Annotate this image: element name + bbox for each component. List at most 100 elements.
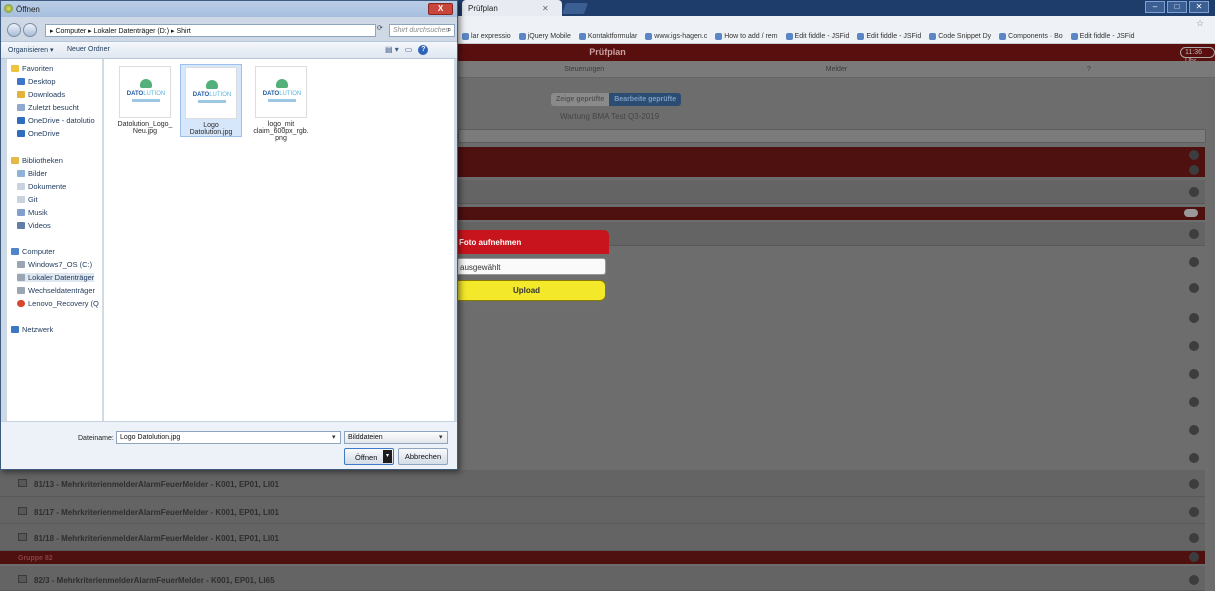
arrow-icon[interactable]	[1189, 369, 1199, 379]
library-icon	[11, 157, 19, 164]
tab-steuerungen[interactable]: Steuerungen	[458, 61, 710, 77]
help-icon[interactable]: ?	[418, 45, 429, 55]
file-input[interactable]: ausgewählt	[447, 258, 606, 275]
popup-title: Foto aufnehmen	[447, 230, 609, 254]
bookmark-item[interactable]: Edit fiddle - JSFid	[857, 33, 921, 40]
organize-button[interactable]: Organisieren ▾	[8, 46, 54, 54]
computer-icon	[11, 248, 19, 255]
cancel-button[interactable]: Abbrechen	[398, 448, 448, 465]
preview-pane-icon[interactable]: ▭	[405, 45, 413, 55]
new-tab-button[interactable]	[561, 3, 589, 14]
nav-favorites[interactable]: Favoriten	[11, 64, 53, 73]
bookmark-label: Edit fiddle - JSFid	[866, 33, 922, 40]
count-badge	[1184, 209, 1198, 217]
breadcrumb[interactable]: ▸ Computer ▸ Lokaler Datenträger (D:) ▸ …	[45, 24, 376, 37]
nav-label: Videos	[28, 221, 51, 230]
arrow-icon[interactable]	[1189, 229, 1199, 239]
bookmark-favicon-icon	[462, 33, 469, 40]
chevron-down-icon[interactable]: ▾	[332, 433, 336, 441]
bookmark-item[interactable]: Components · Bo	[999, 33, 1063, 40]
bookmark-item[interactable]: How to add / rem	[715, 33, 778, 40]
maximize-button[interactable]: □	[1167, 1, 1187, 13]
expand-icon[interactable]	[1189, 150, 1199, 160]
bookmark-item[interactable]: Edit fiddle - JSFid	[1070, 33, 1135, 40]
nav-onedrive-business[interactable]: OneDrive - datolutio	[17, 116, 95, 125]
bookmark-item[interactable]: Edit fiddle - JSFid	[785, 33, 850, 40]
bookmark-item[interactable]: www.igs-hagen.c	[645, 33, 707, 40]
nav-recovery[interactable]: Lenovo_Recovery (Q	[17, 299, 99, 308]
filename-input[interactable]: Logo Datolution.jpg	[116, 431, 341, 444]
nav-documents[interactable]: Dokumente	[17, 182, 66, 191]
nav-drive-c[interactable]: Windows7_OS (C:)	[17, 260, 92, 269]
arrow-icon[interactable]	[1189, 575, 1199, 585]
file-item-selected[interactable]: DATOLUTION Logo Datolution.jpg	[180, 64, 242, 137]
filetype-select[interactable]: Bilddateien	[344, 431, 448, 444]
logo-tagline-bar	[132, 99, 160, 102]
nav-computer[interactable]: Computer	[11, 247, 55, 256]
search-input[interactable]: Shirt durchsuchen	[389, 24, 455, 37]
bookmark-item[interactable]: lar expressio	[462, 33, 511, 40]
nav-label: Computer	[22, 247, 55, 256]
show-checked-button[interactable]: Zeige geprüfte	[551, 93, 610, 106]
tab-melder[interactable]: Melder	[710, 61, 962, 77]
arrow-icon[interactable]	[1189, 397, 1199, 407]
nav-network[interactable]: Netzwerk	[11, 325, 53, 334]
nav-label: OneDrive	[28, 129, 60, 138]
downloads-icon	[17, 91, 25, 98]
arrow-icon[interactable]	[1189, 533, 1199, 543]
nav-libraries[interactable]: Bibliotheken	[11, 156, 63, 165]
nav-drive-d[interactable]: Lokaler Datenträger	[17, 273, 95, 282]
refresh-icon[interactable]: ⟳	[377, 24, 387, 37]
arrow-icon[interactable]	[1189, 313, 1199, 323]
expand-icon[interactable]	[1189, 552, 1199, 562]
arrow-icon[interactable]	[1189, 341, 1199, 351]
minimize-button[interactable]: –	[1145, 1, 1165, 13]
bookmark-star-icon[interactable]: ☆	[1196, 18, 1204, 29]
nav-git[interactable]: Git	[17, 195, 38, 204]
bookmark-favicon-icon	[857, 33, 865, 40]
tab-close-icon[interactable]: ✕	[542, 4, 549, 13]
arrow-icon[interactable]	[1189, 479, 1199, 489]
nav-removable[interactable]: Wechseldatenträger	[17, 286, 95, 295]
arrow-icon[interactable]	[1189, 257, 1199, 267]
arrow-icon[interactable]	[1189, 425, 1199, 435]
user-badge[interactable]: 11:36 Uhr	[1180, 47, 1215, 65]
forward-button[interactable]	[23, 23, 37, 37]
file-item[interactable]: DATOLUTION logo_mit claim_600px_rgb. png	[250, 64, 312, 142]
desktop-icon	[17, 78, 25, 85]
nav-downloads[interactable]: Downloads	[17, 90, 65, 99]
arrow-icon[interactable]	[1189, 283, 1199, 293]
nav-pictures[interactable]: Bilder	[17, 169, 47, 178]
arrow-icon[interactable]	[1189, 187, 1199, 197]
tab-help[interactable]: ?	[963, 61, 1215, 77]
filter-input[interactable]	[458, 129, 1206, 143]
network-icon	[11, 326, 19, 333]
nav-videos[interactable]: Videos	[17, 221, 51, 230]
arrow-icon[interactable]	[1189, 507, 1199, 517]
new-folder-button[interactable]: Neuer Ordner	[67, 46, 110, 53]
bookmark-item[interactable]: jQuery Mobile	[518, 33, 571, 40]
view-options-icon[interactable]: ▤ ▾	[385, 45, 399, 55]
dialog-close-button[interactable]: X	[428, 3, 453, 15]
bookmark-label: Edit fiddle - JSFid	[794, 33, 850, 40]
search-icon[interactable]: ⌕	[447, 25, 451, 35]
bookmark-item[interactable]: Code Snippet Dy	[929, 33, 991, 40]
file-item[interactable]: DATOLUTION Datolution_Logo_ Neu.jpg	[114, 64, 176, 135]
nav-music[interactable]: Musik	[17, 208, 48, 217]
test-name: Wartung BMA Test Q3-2019	[560, 112, 660, 121]
upload-button[interactable]: Upload	[447, 280, 606, 301]
chevron-down-icon[interactable]: ▾	[439, 433, 443, 441]
edit-checked-button[interactable]: Bearbeite geprüfte	[609, 93, 682, 106]
nav-recent[interactable]: Zuletzt besucht	[17, 103, 79, 112]
nav-desktop[interactable]: Desktop	[17, 77, 56, 86]
arrow-icon[interactable]	[1189, 453, 1199, 463]
bookmark-item[interactable]: Kontaktformular	[578, 33, 637, 40]
group-header[interactable]	[0, 551, 1205, 564]
close-window-button[interactable]: ✕	[1189, 1, 1209, 13]
nav-onedrive[interactable]: OneDrive	[17, 129, 60, 138]
back-button[interactable]	[7, 23, 21, 37]
expand-icon[interactable]	[1189, 165, 1199, 175]
bookmark-label: jQuery Mobile	[527, 33, 571, 40]
nav-label: Musik	[28, 208, 48, 217]
open-split-arrow[interactable]: ▾	[383, 450, 392, 463]
